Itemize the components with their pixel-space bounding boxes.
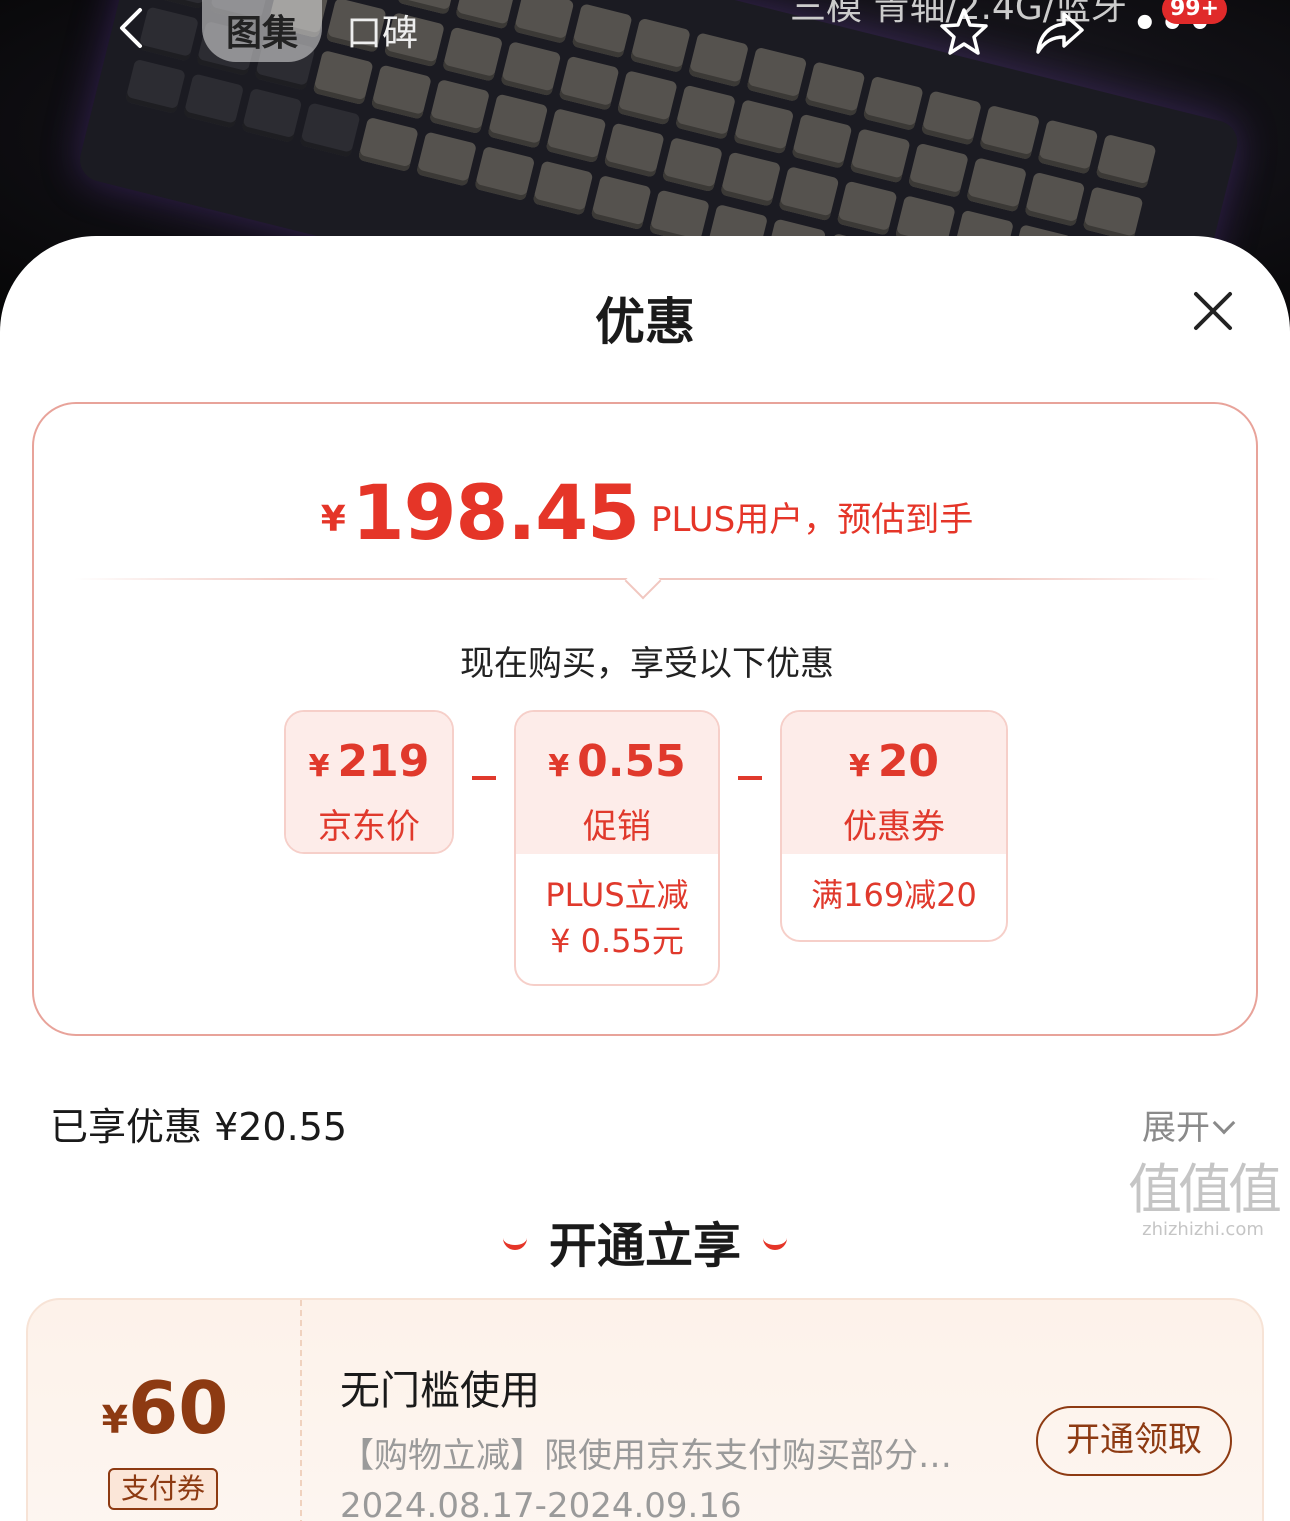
star-icon: [940, 8, 988, 55]
coupon-amount-panel: ¥60 支付券: [28, 1300, 302, 1521]
chevron-down-icon: [1212, 1111, 1236, 1135]
promotion-detail: PLUS立减 ¥ 0.55元: [545, 876, 689, 960]
jd-price-amount: ¥219: [308, 736, 430, 787]
close-icon: [1194, 292, 1232, 330]
decoration-icon: [763, 1236, 787, 1250]
section-header: 开通立享: [0, 1206, 1290, 1276]
jd-price-label: 京东价: [318, 807, 420, 847]
section-title: 开通立享: [548, 1218, 741, 1274]
payment-coupon-card[interactable]: ¥60 支付券 无门槛使用 【购物立减】限使用京东支付购买部分… 2024.08…: [26, 1298, 1264, 1521]
share-icon: [1036, 12, 1084, 54]
divider-notch: [624, 562, 662, 600]
sheet-title: 优惠: [595, 293, 695, 351]
coupon-amount: ¥60: [101, 1366, 229, 1450]
decoration-icon: [502, 1236, 527, 1250]
minus-sign: [472, 776, 496, 780]
notification-badge: 99+: [1162, 0, 1228, 24]
coupon-discount-amount: ¥20: [848, 736, 940, 787]
back-arrow-icon: [120, 8, 142, 48]
buy-intro-text: 现在购买，享受以下优惠: [460, 644, 834, 684]
promotion-label: 促销: [583, 807, 651, 847]
final-price: ¥198.45 PLUS用户，预估到手: [34, 468, 1260, 557]
close-button[interactable]: [1190, 288, 1236, 334]
coupon-description: 【购物立减】限使用京东支付购买部分…: [340, 1436, 952, 1476]
coupon-discount-detail: 满169减20: [811, 876, 977, 914]
coupon-date-range: 2024.08.17-2024.09.16: [340, 1486, 742, 1521]
price-value: 198.45: [351, 468, 640, 557]
activate-claim-button[interactable]: 开通领取: [1036, 1406, 1232, 1476]
share-button[interactable]: [1032, 4, 1088, 60]
minus-sign: [738, 776, 762, 780]
price-summary-card: ¥198.45 PLUS用户，预估到手 现在购买，享受以下优惠 ¥219 京东价 …: [32, 402, 1258, 1036]
tab-gallery[interactable]: 图集: [226, 4, 298, 56]
expand-toggle[interactable]: 展开: [1142, 1100, 1236, 1149]
top-nav-bar: 图集 口碑 三模 青轴/2.4G/蓝牙 ••• 99+: [0, 0, 1290, 70]
expand-label: 展开: [1142, 1108, 1210, 1148]
coupon-box: ¥20 优惠券 满169减20: [780, 710, 1008, 942]
coupon-type-tag: 支付券: [108, 1468, 218, 1510]
savings-total: 已享优惠 ¥20.55: [50, 1105, 348, 1149]
discount-sheet: 优惠 ¥198.45 PLUS用户，预估到手 现在购买，享受以下优惠 ¥219 京…: [0, 236, 1290, 1521]
watermark-logo: 值值值 zhizhizhi.com: [1128, 1158, 1282, 1240]
price-note: PLUS用户，预估到手: [651, 500, 974, 540]
favorite-button[interactable]: [936, 4, 992, 60]
coupon-name: 无门槛使用: [340, 1368, 540, 1414]
coupon-discount-label: 优惠券: [843, 807, 945, 847]
back-button[interactable]: [112, 2, 152, 54]
jd-price-box: ¥219 京东价: [284, 710, 454, 854]
promotion-amount: ¥0.55: [548, 736, 686, 787]
tab-reviews[interactable]: 口碑: [346, 4, 418, 56]
promotion-box: ¥0.55 促销 PLUS立减 ¥ 0.55元: [514, 710, 720, 986]
price-currency: ¥: [320, 499, 346, 540]
